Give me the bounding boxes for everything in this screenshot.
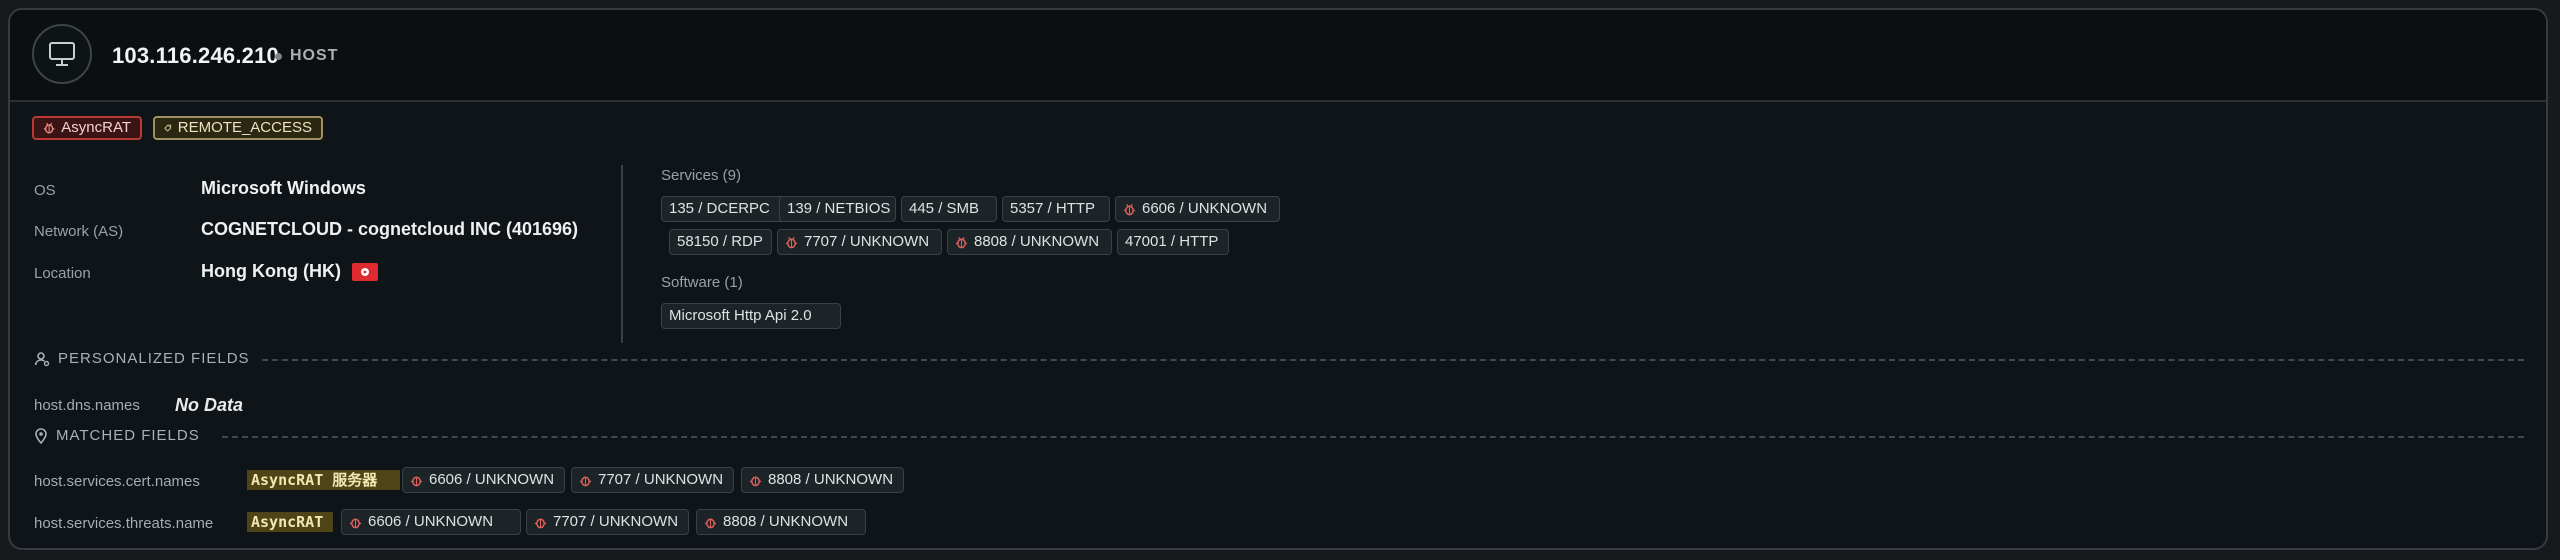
- software-chip[interactable]: Microsoft Http Api 2.0: [661, 303, 841, 329]
- bug-icon: [785, 236, 798, 248]
- label-tag-label: REMOTE_ACCESS: [177, 119, 312, 136]
- bug-icon: [1123, 203, 1136, 215]
- section-divider: [262, 359, 2524, 361]
- location-value: Hong Kong (HK): [201, 261, 341, 281]
- user-pin-icon: [34, 351, 50, 366]
- service-chip-threat[interactable]: 7707 / UNKNOWN: [777, 229, 942, 255]
- network-label: Network (AS): [34, 223, 124, 240]
- location-label: Location: [34, 265, 91, 282]
- service-chip[interactable]: 135 / DCERPC: [661, 196, 786, 222]
- bug-icon: [749, 476, 762, 486]
- service-chip-threat[interactable]: 8808 / UNKNOWN: [947, 229, 1112, 255]
- service-chip[interactable]: 47001 / HTTP: [1117, 229, 1229, 255]
- service-chip[interactable]: 58150 / RDP: [669, 229, 772, 255]
- threats-name-label: host.services.threats.name: [34, 515, 214, 532]
- bug-icon: [579, 476, 592, 486]
- bug-icon: [704, 518, 717, 528]
- threat-tag-label: AsyncRAT: [61, 119, 131, 136]
- threat-service-chip[interactable]: 6606 / UNKNOWN: [341, 509, 521, 535]
- location-pin-icon: [35, 427, 47, 444]
- matched-fields-label: MATCHED FIELDS: [56, 427, 200, 444]
- software-label: Software (1): [661, 274, 743, 291]
- network-value[interactable]: COGNETCLOUD - cognetcloud INC (401696): [201, 219, 578, 240]
- dns-names-label: host.dns.names: [34, 397, 140, 414]
- os-label: OS: [34, 182, 56, 199]
- threat-service-chip[interactable]: 7707 / UNKNOWN: [526, 509, 689, 535]
- hong-kong-flag-icon: [352, 263, 378, 281]
- section-divider: [222, 436, 2524, 438]
- threat-tag[interactable]: AsyncRAT: [32, 116, 142, 140]
- bug-icon: [410, 476, 423, 486]
- cert-names-highlight: AsyncRAT 服务器: [247, 470, 400, 490]
- service-chip[interactable]: 445 / SMB: [901, 196, 997, 222]
- bug-icon: [43, 122, 55, 134]
- cert-service-chip-threat[interactable]: 7707 / UNKNOWN: [571, 467, 734, 493]
- host-header: 103.116.246.210 HOST: [10, 10, 2546, 102]
- service-chip[interactable]: 5357 / HTTP: [1002, 196, 1110, 222]
- os-value: Microsoft Windows: [201, 178, 366, 198]
- personalized-fields-title: PERSONALIZED FIELDS: [34, 350, 250, 367]
- cert-service-chip-threat[interactable]: 8808 / UNKNOWN: [741, 467, 904, 493]
- cert-names-label: host.services.cert.names: [34, 473, 200, 490]
- service-chip-threat[interactable]: 6606 / UNKNOWN: [1115, 196, 1280, 222]
- bug-icon: [349, 518, 362, 528]
- bug-icon: [534, 518, 547, 528]
- host-ip[interactable]: 103.116.246.210: [112, 43, 279, 69]
- monitor-icon: [32, 24, 92, 84]
- services-label: Services (9): [661, 167, 742, 184]
- separator-dot: [275, 53, 282, 60]
- dns-names-value: No Data: [175, 395, 244, 415]
- cert-service-chip-threat[interactable]: 6606 / UNKNOWN: [402, 467, 565, 493]
- host-card: 103.116.246.210 HOST AsyncRAT REMOTE_ACC…: [8, 8, 2548, 550]
- tag-icon: [164, 124, 172, 132]
- threats-name-highlight: AsyncRAT: [247, 512, 333, 532]
- label-tag[interactable]: REMOTE_ACCESS: [153, 116, 323, 140]
- bug-icon: [955, 236, 968, 248]
- column-divider: [621, 165, 623, 343]
- host-type-label: HOST: [290, 47, 339, 64]
- matched-fields-title: MATCHED FIELDS: [34, 427, 200, 444]
- service-chip[interactable]: 139 / NETBIOS: [779, 196, 896, 222]
- threat-service-chip[interactable]: 8808 / UNKNOWN: [696, 509, 866, 535]
- personalized-fields-label: PERSONALIZED FIELDS: [58, 350, 250, 367]
